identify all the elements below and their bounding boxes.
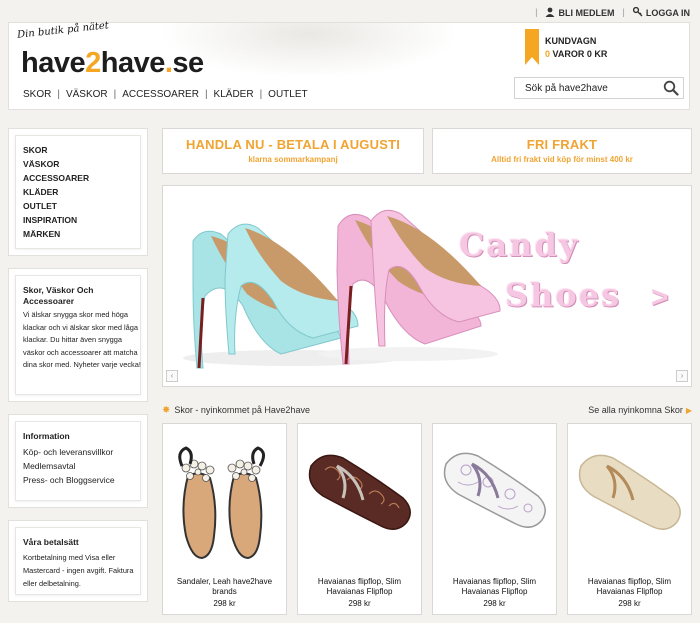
nav-vaskor[interactable]: VÄSKOR	[66, 89, 108, 100]
about-title: Skor, Väskor Och Accessoarer	[23, 285, 94, 306]
membership-link[interactable]: Medlemsavtal	[23, 459, 115, 473]
banner-title-shoes: Shoes	[505, 276, 622, 314]
site-header: Din butik på nätet have2have.se SKOR | VÄ…	[8, 20, 690, 110]
product-price: 298 kr	[483, 599, 506, 608]
search-icon[interactable]	[663, 80, 679, 96]
chevron-right-icon[interactable]: ›	[676, 370, 688, 382]
payment-text: Kortbetalning med Visa eller Mastercard …	[23, 553, 134, 588]
promo-title: FRI FRAKT	[526, 137, 598, 152]
bookmark-flag-icon	[525, 29, 539, 65]
tagline: Din butik på nätet	[16, 20, 110, 41]
product-name: Havaianas flipflop, Slim Havaianas Flipf…	[452, 577, 537, 596]
product-name: Havaianas flipflop, Slim Havaianas Flipf…	[587, 577, 672, 596]
press-link[interactable]: Press- och Bloggservice	[23, 473, 115, 487]
promo-free-shipping[interactable]: FRI FRAKT Alltid fri frakt vid köp för m…	[432, 128, 692, 174]
information-title: Information	[23, 431, 70, 441]
promo-subtitle: Alltid fri frakt vid köp för minst 400 k…	[491, 155, 633, 164]
category-skor[interactable]: SKOR	[23, 143, 89, 157]
about-box: Skor, Väskor Och Accessoarer Vi älskar s…	[8, 268, 148, 402]
cart-title: KUNDVAGN	[545, 36, 597, 46]
promo-title: HANDLA NU - BETALA I AUGUSTI	[185, 137, 401, 152]
login-link[interactable]: LOGGA IN	[632, 6, 690, 18]
main-nav: SKOR | VÄSKOR | ACCESSOARER | KLÄDER | OUTLE…	[23, 89, 308, 100]
new-arrivals-header: ✸ Skor - nyinkommet på Have2have Se alla …	[162, 405, 692, 419]
search-box	[514, 77, 684, 99]
product-image	[308, 454, 411, 530]
nav-skor[interactable]: SKOR	[23, 89, 51, 100]
category-menu: SKOR VÄSKOR ACCESSOARER KLÄDER OUTLET IN…	[8, 128, 148, 256]
product-price: 298 kr	[213, 599, 236, 608]
product-card[interactable]: Sandaler, Leah have2have brands 298 kr	[162, 423, 287, 615]
user-icon	[545, 7, 555, 17]
category-inspiration[interactable]: INSPIRATION	[23, 213, 89, 227]
product-image	[443, 452, 546, 528]
product-name: Havaianas flipflop, Slim Havaianas Flipf…	[317, 577, 402, 596]
about-text: Vi älskar snygga skor med höga klackar o…	[23, 310, 141, 370]
category-klader[interactable]: KLÄDER	[23, 185, 89, 199]
hero-banner[interactable]: Candy Shoes > ‹ ›	[162, 185, 692, 387]
payment-title: Våra betalsätt	[23, 537, 79, 547]
product-image	[178, 446, 265, 560]
category-outlet[interactable]: OUTLET	[23, 199, 89, 213]
nav-outlet[interactable]: OUTLET	[268, 89, 307, 100]
product-card[interactable]: Havaianas flipflop, Slim Havaianas Flipf…	[297, 423, 422, 615]
product-card[interactable]: Havaianas flipflop, Slim Havaianas Flipf…	[567, 423, 692, 615]
product-image	[578, 454, 681, 530]
nav-klader[interactable]: KLÄDER	[214, 89, 254, 100]
terms-link[interactable]: Köp- och leveransvillkor	[23, 445, 115, 459]
category-marken[interactable]: MÄRKEN	[23, 227, 89, 241]
nav-accessoarer[interactable]: ACCESSOARER	[122, 89, 199, 100]
search-input[interactable]	[515, 78, 655, 98]
cart-status: 0 VAROR 0 KR	[545, 49, 608, 59]
star-icon: ✸	[162, 405, 171, 416]
site-logo[interactable]: have2have.se	[21, 47, 204, 80]
top-bar: | BLI MEDLEM | LOGGA IN	[535, 6, 690, 18]
information-box: Information Köp- och leveransvillkor Med…	[8, 414, 148, 508]
promo-klarna[interactable]: HANDLA NU - BETALA I AUGUSTI klarna somm…	[162, 128, 424, 174]
banner-arrow: >	[651, 281, 669, 314]
key-icon	[632, 6, 643, 16]
see-all-link[interactable]: Se alla nyinkomna Skor ▶	[588, 405, 692, 415]
banner-title-candy: Candy	[459, 226, 580, 264]
chevron-left-icon[interactable]: ‹	[166, 370, 178, 382]
promo-subtitle: klarna sommarkampanj	[248, 155, 338, 164]
section-title: Skor - nyinkommet på Have2have	[174, 405, 310, 415]
join-link[interactable]: BLI MEDLEM	[545, 7, 614, 18]
category-accessoarer[interactable]: ACCESSOARER	[23, 171, 89, 185]
product-price: 298 kr	[348, 599, 371, 608]
category-vaskor[interactable]: VÄSKOR	[23, 157, 89, 171]
payment-box: Våra betalsätt Kortbetalning med Visa el…	[8, 520, 148, 602]
product-price: 298 kr	[618, 599, 641, 608]
shopping-cart[interactable]: KUNDVAGN 0 VAROR 0 KR	[525, 29, 685, 69]
product-name: Sandaler, Leah have2have brands	[176, 577, 273, 596]
product-card[interactable]: Havaianas flipflop, Slim Havaianas Flipf…	[432, 423, 557, 615]
triangle-right-icon: ▶	[685, 406, 692, 415]
